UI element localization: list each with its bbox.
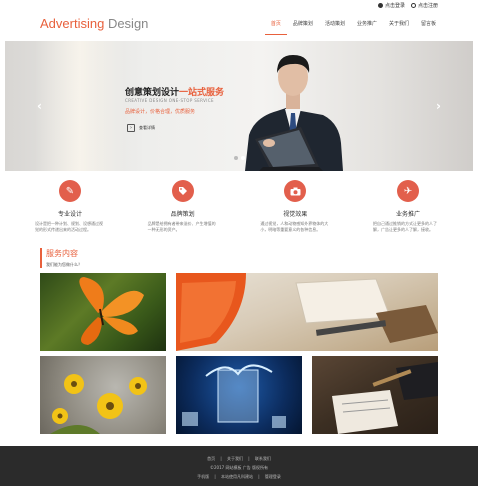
- service-visual[interactable]: 视觉效果 通过视觉，人和动物感知外界物体的大小，明暗等重要意义的各种信息。: [260, 178, 330, 244]
- service-desc: 设计是把一种计划、规划、设想通过视觉的形式传递出来的活动过程。: [35, 221, 103, 232]
- nav-item-home[interactable]: 首页: [264, 17, 287, 35]
- top-bar: 点击登录 点击注册: [0, 0, 478, 12]
- nav-item-brand[interactable]: 品牌策划: [287, 17, 319, 35]
- edit-icon: ✎: [59, 180, 81, 202]
- footer-links: 首页 | 关于我们 | 联系我们: [0, 456, 478, 462]
- banner-title: 创意策划设计一站式服务: [125, 85, 224, 98]
- banner-dots: [234, 156, 245, 160]
- banner-more-button[interactable]: › 查看详情: [127, 124, 155, 132]
- service-desc: 把自己通过推销的方式让更多的人了解，广告让更多的人了解，接收。: [372, 221, 437, 232]
- section-header: 服务内容 我们能为您做什么？: [40, 248, 82, 268]
- plane-icon: ✈: [396, 180, 419, 202]
- service-name: 品牌策划: [170, 211, 195, 218]
- desk-image[interactable]: [176, 273, 438, 351]
- site-logo[interactable]: Advertising Design: [40, 16, 148, 31]
- nav-item-events[interactable]: 活动策划: [319, 17, 351, 35]
- hero-banner: ‹ › 创意策划设计一站式服务 CREATIVE DESIGN ONE-STOP…: [5, 41, 473, 171]
- service-name: 视觉效果: [283, 211, 308, 218]
- footer-links2: 手机版 | 本站使用凡科建站 | 管理登录: [0, 474, 478, 480]
- service-desc: 通过视觉，人和动物感知外界物体的大小，明暗等重要意义的各种信息。: [260, 221, 329, 232]
- camera-icon: [284, 180, 307, 202]
- footer-link-mobile[interactable]: 手机版: [197, 474, 209, 479]
- user-icon: [377, 3, 383, 8]
- footer-sep: |: [258, 474, 260, 479]
- nav-item-guestbook[interactable]: 留言板: [415, 17, 442, 35]
- butterfly-image[interactable]: [40, 273, 166, 351]
- register-label: 点击注册: [417, 3, 438, 9]
- footer-link-builder[interactable]: 本站使用凡科建站: [221, 474, 253, 479]
- register-icon: [410, 3, 416, 8]
- service-design[interactable]: ✎ 专业设计 设计是把一种计划、规划、设想通过视觉的形式传递出来的活动过程。: [35, 178, 105, 244]
- login-label: 点击登录: [384, 3, 405, 9]
- section-title: 服务内容: [46, 249, 78, 258]
- chevron-right-icon: ›: [127, 124, 135, 132]
- service-name: 业务推广: [395, 211, 420, 218]
- banner-light: [35, 41, 125, 171]
- service-brand[interactable]: 品牌策划 品牌是给拥有者带来溢价、产生增值的一种无形的资产。: [148, 178, 218, 244]
- footer: 首页 | 关于我们 | 联系我们 ©2017 网站模板 广告 版权所有 手机版 …: [0, 446, 478, 486]
- footer-copyright: ©2017 网站模板 广告 版权所有: [210, 465, 268, 470]
- login-link[interactable]: 点击登录: [377, 2, 405, 9]
- banner-dot-2[interactable]: [241, 156, 245, 160]
- services-row: ✎ 专业设计 设计是把一种计划、规划、设想通过视觉的形式传递出来的活动过程。 品…: [35, 178, 443, 244]
- logo-part2: Design: [107, 16, 149, 31]
- register-link[interactable]: 点击注册: [410, 2, 438, 9]
- header: Advertising Design 首页 品牌策划 活动策划 业务推广 关于我…: [0, 12, 478, 40]
- banner-subtitle: CREATIVE DESIGN ONE-STOP SERVICE: [125, 98, 214, 103]
- banner-title-highlight: 一站式服务: [179, 88, 225, 98]
- banner-prev-arrow[interactable]: ‹: [37, 99, 42, 113]
- footer-sep: |: [248, 456, 250, 461]
- nav-item-promotion[interactable]: 业务推广: [351, 17, 383, 35]
- service-name: 专业设计: [57, 211, 82, 218]
- footer-link-home[interactable]: 首页: [207, 456, 215, 461]
- footer-sep: |: [220, 456, 222, 461]
- banner-slogan: 品牌设计，价格合理，优质服务: [125, 109, 196, 115]
- logo-part1: Advertising: [40, 16, 105, 31]
- banner-more-label: 查看详情: [139, 125, 155, 130]
- flowers-image[interactable]: [40, 356, 166, 434]
- section-subtitle: 我们能为您做什么？: [46, 262, 82, 267]
- account-links: 点击登录 点击注册: [377, 2, 438, 9]
- tag-icon: [171, 180, 194, 202]
- footer-sep: |: [214, 474, 216, 479]
- footer-link-about[interactable]: 关于我们: [227, 456, 243, 461]
- footer-link-contact[interactable]: 联系我们: [255, 456, 271, 461]
- footer-link-admin[interactable]: 管理登录: [265, 474, 281, 479]
- service-promotion[interactable]: ✈ 业务推广 把自己通过推销的方式让更多的人了解，广告让更多的人了解，接收。: [373, 178, 443, 244]
- ice-glass-image[interactable]: [176, 356, 302, 434]
- nav-item-about[interactable]: 关于我们: [383, 17, 415, 35]
- main-nav: 首页 品牌策划 活动策划 业务推广 关于我们 留言板: [264, 17, 442, 35]
- banner-next-arrow[interactable]: ›: [436, 99, 441, 113]
- notebook-image[interactable]: [312, 356, 438, 434]
- banner-title-main: 创意策划设计: [125, 88, 180, 98]
- banner-dot-1[interactable]: [234, 156, 238, 160]
- businessman-image: [245, 55, 343, 171]
- service-desc: 品牌是给拥有者带来溢价、产生增值的一种无形的资产。: [147, 221, 216, 232]
